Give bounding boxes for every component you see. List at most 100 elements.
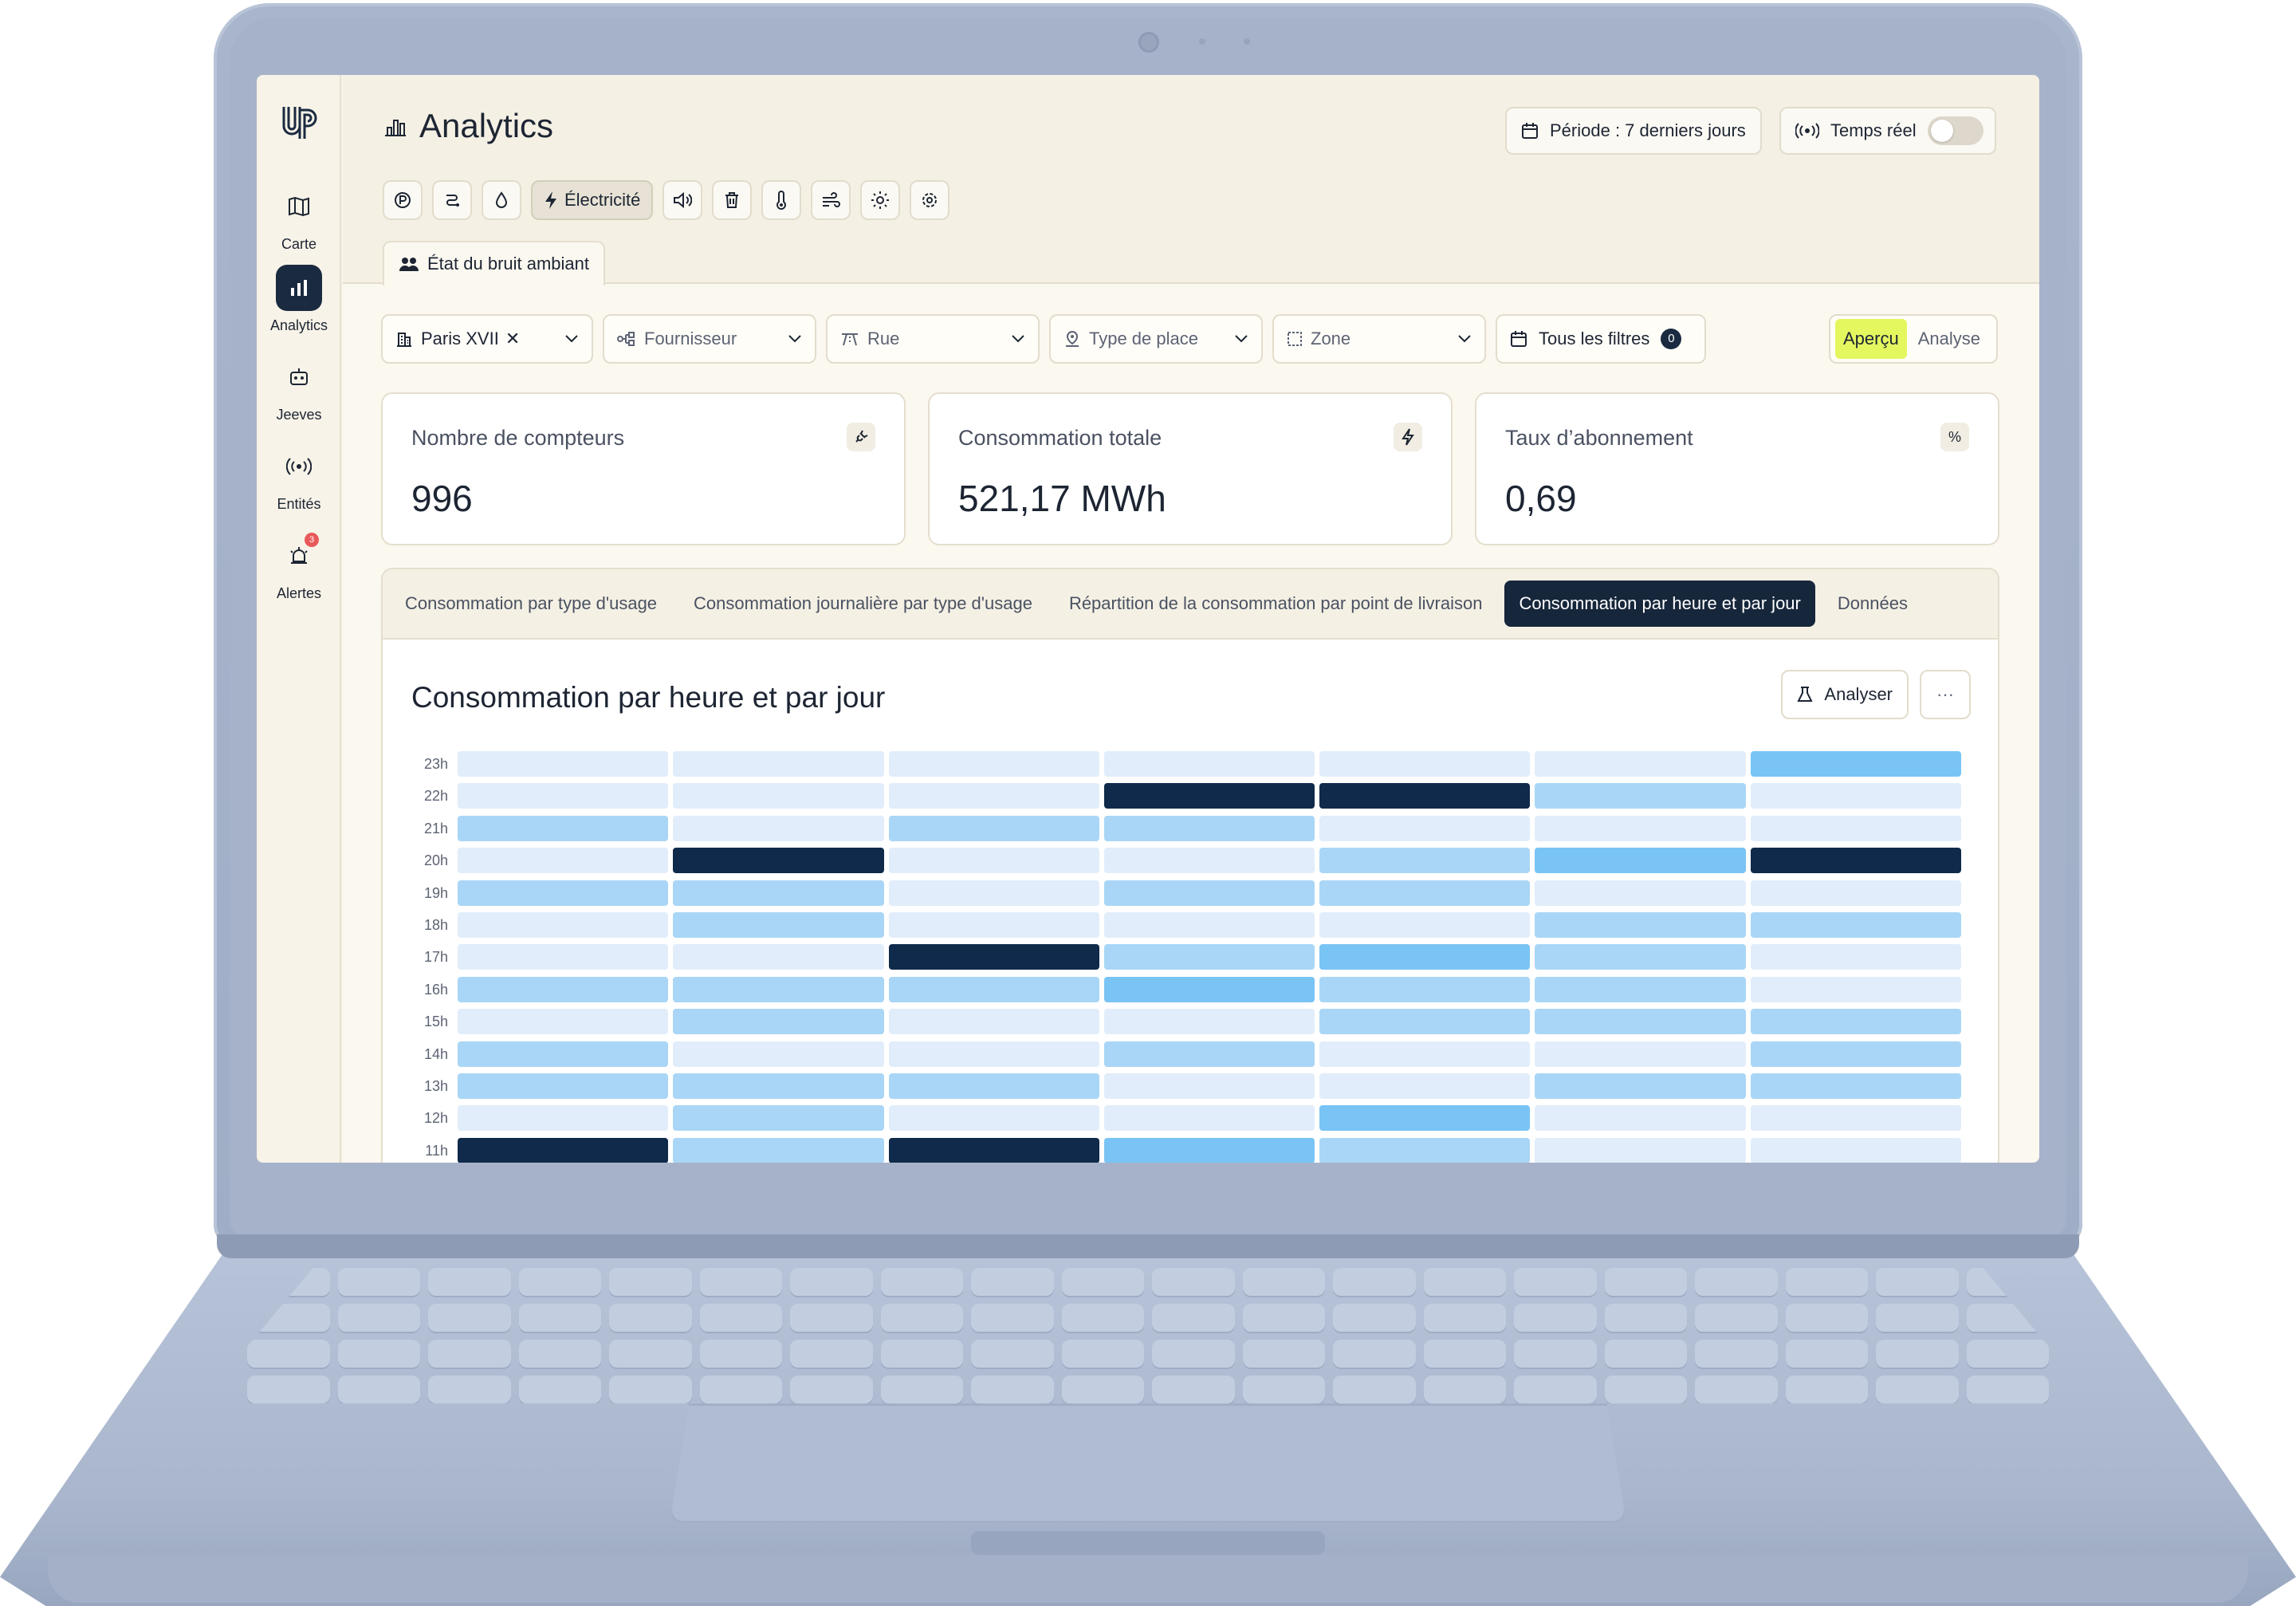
heatmap-cell[interactable] (673, 1009, 884, 1035)
heatmap-cell[interactable] (1319, 751, 1531, 777)
heatmap-cell[interactable] (1535, 912, 1746, 938)
heatmap-cell[interactable] (1103, 751, 1315, 777)
heatmap-cell[interactable] (1750, 880, 1961, 906)
wind-category-button[interactable] (811, 180, 851, 220)
realtime-toggle[interactable] (1927, 116, 1983, 145)
heatmap-cell[interactable] (458, 1105, 669, 1132)
heatmap-cell[interactable] (458, 1137, 669, 1163)
heatmap-cell[interactable] (458, 976, 669, 1002)
heatmap-cell[interactable] (888, 944, 1099, 970)
heatmap-cell[interactable] (1103, 815, 1315, 841)
heatmap-cell[interactable] (1319, 1073, 1531, 1099)
heatmap-cell[interactable] (1750, 751, 1961, 777)
heatmap-cell[interactable] (1103, 944, 1315, 970)
heatmap-cell[interactable] (673, 976, 884, 1002)
heatmap-cell[interactable] (1750, 976, 1961, 1002)
heatmap-cell[interactable] (458, 912, 669, 938)
heatmap-cell[interactable] (673, 1105, 884, 1132)
heatmap-cell[interactable] (888, 815, 1099, 841)
heatmap-cell[interactable] (1750, 1105, 1961, 1132)
zone-filter[interactable]: Zone (1272, 314, 1486, 364)
sidebar-item-jeeves[interactable]: Jeeves (257, 354, 341, 423)
heatmap-cell[interactable] (1103, 880, 1315, 906)
heatmap-cell[interactable] (1535, 1041, 1746, 1067)
street-filter[interactable]: Rue (826, 314, 1040, 364)
heatmap-cell[interactable] (673, 751, 884, 777)
sidebar-item-carte[interactable]: Carte (257, 183, 341, 253)
heatmap-cell[interactable] (673, 912, 884, 938)
heatmap-cell[interactable] (1103, 1105, 1315, 1132)
heatmap-cell[interactable] (1103, 976, 1315, 1002)
heatmap-cell[interactable] (1103, 1073, 1315, 1099)
heatmap-cell[interactable] (1535, 944, 1746, 970)
sidebar-item-alertes[interactable]: 3 Alertes (257, 533, 341, 602)
heatmap-cell[interactable] (458, 848, 669, 874)
settings-category-button[interactable] (910, 180, 950, 220)
heatmap-cell[interactable] (1103, 783, 1315, 809)
heatmap-cell[interactable] (1319, 1041, 1531, 1067)
heatmap-cell[interactable] (1750, 1041, 1961, 1067)
tab-usage-type[interactable]: Consommation par type d'usage (391, 581, 671, 627)
heatmap-cell[interactable] (673, 783, 884, 809)
analyse-button[interactable]: Analyser (1781, 670, 1909, 719)
heatmap-cell[interactable] (1535, 1073, 1746, 1099)
route-category-button[interactable] (432, 180, 472, 220)
heatmap-cell[interactable] (673, 880, 884, 906)
supplier-filter[interactable]: Fournisseur (603, 314, 816, 364)
view-analysis-option[interactable]: Analyse (1912, 319, 1987, 359)
heatmap-cell[interactable] (1319, 880, 1531, 906)
temperature-category-button[interactable] (761, 180, 802, 220)
heatmap-cell[interactable] (1535, 783, 1746, 809)
close-icon[interactable]: ✕ (505, 329, 520, 349)
heatmap-cell[interactable] (458, 944, 669, 970)
heatmap-cell[interactable] (1319, 1009, 1531, 1035)
heatmap-cell[interactable] (888, 751, 1099, 777)
heatmap-cell[interactable] (1319, 1105, 1531, 1132)
heatmap-cell[interactable] (1319, 783, 1531, 809)
heatmap-cell[interactable] (1535, 1105, 1746, 1132)
heatmap-cell[interactable] (673, 1073, 884, 1099)
heatmap-cell[interactable] (1103, 1137, 1315, 1163)
city-chip[interactable]: Paris XVII ✕ (421, 329, 520, 349)
view-overview-option[interactable]: Aperçu (1835, 319, 1907, 359)
heatmap-cell[interactable] (1319, 815, 1531, 841)
heatmap-cell[interactable] (888, 848, 1099, 874)
heatmap-cell[interactable] (1535, 1137, 1746, 1163)
parking-category-button[interactable] (383, 180, 423, 220)
heatmap-cell[interactable] (673, 848, 884, 874)
heatmap-cell[interactable] (1750, 815, 1961, 841)
heatmap-cell[interactable] (1750, 912, 1961, 938)
heatmap-cell[interactable] (1103, 1009, 1315, 1035)
heatmap-cell[interactable] (888, 1041, 1099, 1067)
tab-hour-day[interactable]: Consommation par heure et par jour (1504, 581, 1815, 627)
heatmap-cell[interactable] (1535, 976, 1746, 1002)
heatmap-cell[interactable] (1319, 848, 1531, 874)
heatmap-cell[interactable] (1750, 944, 1961, 970)
heatmap-cell[interactable] (673, 815, 884, 841)
heatmap-cell[interactable] (1750, 1137, 1961, 1163)
heatmap-cell[interactable] (673, 944, 884, 970)
heatmap-cell[interactable] (1750, 1009, 1961, 1035)
heatmap-cell[interactable] (673, 1041, 884, 1067)
heatmap-cell[interactable] (1750, 783, 1961, 809)
heatmap-cell[interactable] (888, 976, 1099, 1002)
electricity-category-button[interactable]: Électricité (531, 180, 654, 220)
heatmap-cell[interactable] (1535, 751, 1746, 777)
heatmap-cell[interactable] (673, 1137, 884, 1163)
heatmap-cell[interactable] (1535, 848, 1746, 874)
heatmap-cell[interactable] (888, 1105, 1099, 1132)
heatmap-cell[interactable] (1535, 1009, 1746, 1035)
heatmap-cell[interactable] (1319, 976, 1531, 1002)
heatmap-cell[interactable] (1535, 880, 1746, 906)
heatmap-cell[interactable] (888, 1009, 1099, 1035)
tab-delivery-point[interactable]: Répartition de la consommation par point… (1055, 581, 1497, 627)
heatmap-cell[interactable] (458, 783, 669, 809)
heatmap-cell[interactable] (888, 1073, 1099, 1099)
heatmap-cell[interactable] (1535, 815, 1746, 841)
heatmap-cell[interactable] (888, 783, 1099, 809)
sidebar-item-entites[interactable]: Entités (257, 443, 341, 513)
city-filter[interactable]: Paris XVII ✕ (381, 314, 593, 364)
heatmap-cell[interactable] (1750, 848, 1961, 874)
heatmap-cell[interactable] (888, 1137, 1099, 1163)
heatmap-cell[interactable] (458, 751, 669, 777)
